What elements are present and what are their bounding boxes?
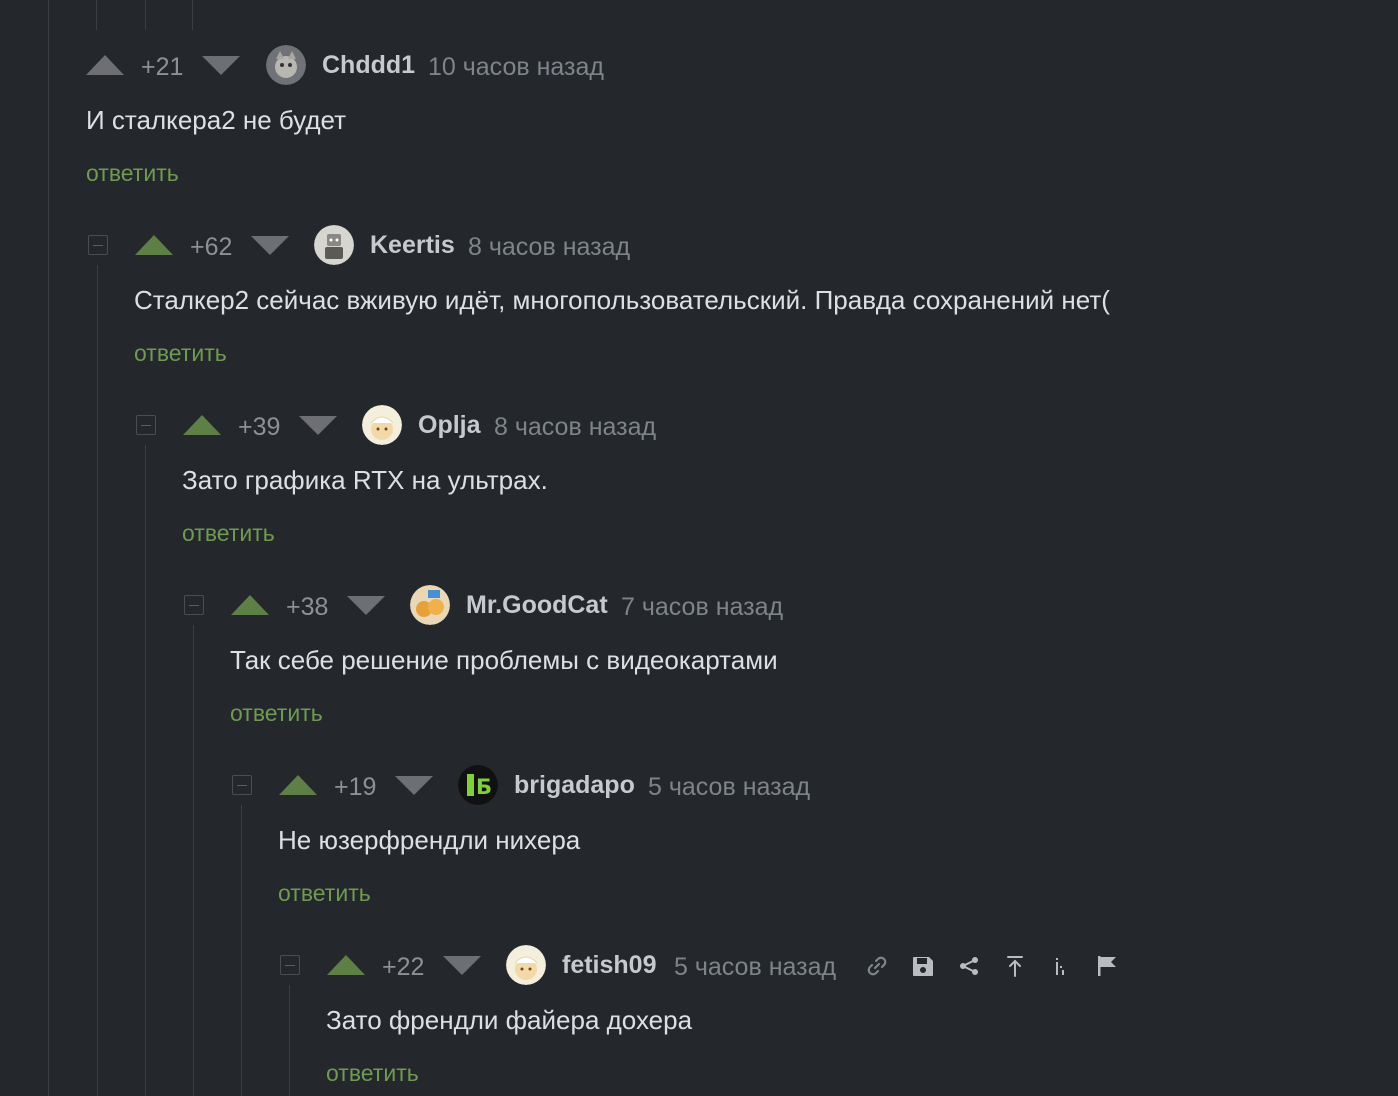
- collapse-thread-button[interactable]: [232, 775, 252, 795]
- svg-text:Б: Б: [476, 775, 492, 799]
- cartoon-face-avatar-icon[interactable]: [506, 945, 546, 985]
- comment-header: +39 Oplja 8 часов назад: [134, 405, 1234, 445]
- downvote-icon[interactable]: [443, 956, 481, 975]
- reply-link[interactable]: ответить: [134, 340, 227, 367]
- comment-header: +62 Keertis 8 часов назад: [86, 225, 1186, 265]
- comment-author[interactable]: Chddd1: [322, 51, 415, 80]
- robot-avatar-icon[interactable]: [314, 225, 354, 265]
- reply-link[interactable]: ответить: [230, 700, 323, 727]
- cartoon-face-avatar-icon[interactable]: [362, 405, 402, 445]
- comment-author[interactable]: Mr.GoodCat: [466, 591, 608, 620]
- comment-time[interactable]: 10 часов назад: [428, 53, 604, 82]
- reply-link[interactable]: ответить: [278, 880, 371, 907]
- comment-score: +38: [286, 593, 329, 621]
- link-icon[interactable]: [864, 953, 890, 979]
- comment-author[interactable]: Keertis: [370, 231, 455, 260]
- upvote-icon[interactable]: [231, 595, 269, 615]
- comment-time[interactable]: 5 часов назад: [674, 953, 836, 982]
- comment-text: Не юзерфрендли нихера: [278, 825, 581, 855]
- comment-header: +21 Chddd1 10 часов назад: [86, 45, 1186, 85]
- comment-header: +19 Б brigadapo 5 часов назад: [230, 765, 1330, 805]
- comment-time[interactable]: 5 часов назад: [648, 773, 810, 802]
- comment-text: Зато френдли файера дохера: [326, 1005, 693, 1035]
- collapse-thread-button[interactable]: [184, 595, 204, 615]
- upvote-icon[interactable]: [86, 55, 124, 75]
- downvote-icon[interactable]: [347, 596, 385, 615]
- share-icon[interactable]: [956, 953, 982, 979]
- upvote-icon[interactable]: [135, 235, 173, 255]
- upvote-icon[interactable]: [279, 775, 317, 795]
- thread-line: [241, 805, 242, 1096]
- collapse-thread-button[interactable]: [280, 955, 300, 975]
- comment-text: Зато графика RTX на ультрах.: [182, 465, 548, 495]
- thread-line: [145, 0, 146, 30]
- comment-score: +62: [190, 233, 233, 261]
- collapse-thread-button[interactable]: [136, 415, 156, 435]
- comment-score: +21: [141, 53, 184, 81]
- comment-header: +22 fetish09 5 часов назад: [278, 945, 1378, 985]
- reply-link[interactable]: ответить: [182, 520, 275, 547]
- save-icon[interactable]: [910, 953, 936, 979]
- comment-header: +38 Mr.GoodCat 7 часов назад: [182, 585, 1282, 625]
- comment-author[interactable]: brigadapo: [514, 771, 635, 800]
- reply-link[interactable]: ответить: [86, 160, 179, 187]
- brigada-logo-avatar-icon[interactable]: Б: [458, 765, 498, 805]
- thread-line: [48, 0, 49, 1096]
- downvote-icon[interactable]: [251, 236, 289, 255]
- comment-text: Сталкер2 сейчас вживую идёт, многопользо…: [134, 285, 1110, 315]
- comment-author[interactable]: fetish09: [562, 951, 656, 980]
- thread-line: [289, 985, 290, 1096]
- comment-time[interactable]: 8 часов назад: [494, 413, 656, 442]
- comment-score: +39: [238, 413, 281, 441]
- comment-score: +22: [382, 953, 425, 981]
- collapse-thread-button[interactable]: [88, 235, 108, 255]
- downvote-icon[interactable]: [202, 56, 240, 75]
- comment-time[interactable]: 7 часов назад: [621, 593, 783, 622]
- downvote-icon[interactable]: [395, 776, 433, 795]
- thread-line: [96, 0, 97, 30]
- thread-line: [192, 0, 193, 30]
- comment-author[interactable]: Oplja: [418, 411, 481, 440]
- thread-line: [193, 625, 194, 1096]
- comment-time[interactable]: 8 часов назад: [468, 233, 630, 262]
- upvote-icon[interactable]: [327, 955, 365, 975]
- cats-avatar-icon[interactable]: [410, 585, 450, 625]
- report-flag-icon[interactable]: [1094, 953, 1120, 979]
- cat-avatar-icon[interactable]: [266, 45, 306, 85]
- reply-link[interactable]: ответить: [326, 1060, 419, 1087]
- comment-score: +19: [334, 773, 377, 801]
- thread-line: [145, 445, 146, 1096]
- go-to-parent-icon[interactable]: [1002, 953, 1028, 979]
- downvote-icon[interactable]: [299, 416, 337, 435]
- comment-text: И сталкера2 не будет: [86, 105, 347, 135]
- thread-line: [97, 265, 98, 1096]
- upvote-icon[interactable]: [183, 415, 221, 435]
- thread-icon[interactable]: [1048, 953, 1074, 979]
- comment-text: Так себе решение проблемы с видеокартами: [230, 645, 778, 675]
